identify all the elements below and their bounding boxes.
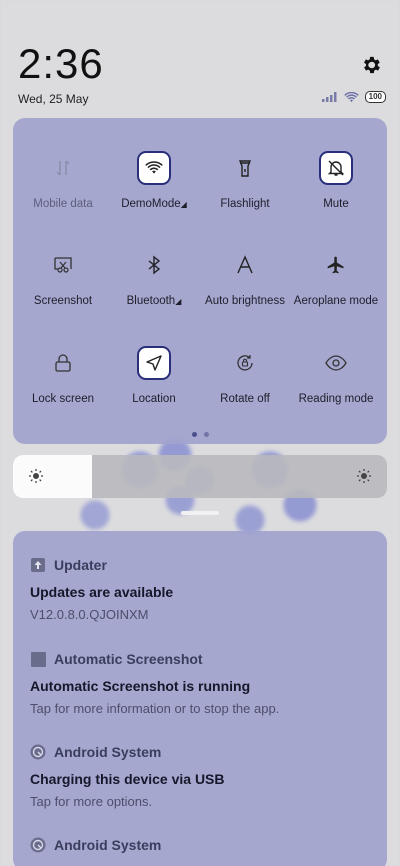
- notification-body: V12.0.8.0.QJOINXM: [30, 607, 149, 622]
- square-icon: [30, 651, 46, 667]
- lock-icon: [46, 346, 80, 380]
- tile-label: Lock screen: [31, 393, 94, 405]
- tile-aeroplane-mode[interactable]: Aeroplane mode: [290, 248, 382, 307]
- status-bar-icons: 100: [321, 91, 386, 103]
- notification-auto-screenshot[interactable]: Automatic Screenshot Automatic Screensho…: [30, 651, 375, 716]
- app-name: Android System: [54, 837, 162, 853]
- tile-label: Flashlight: [220, 198, 270, 210]
- wifi-icon: [137, 151, 171, 185]
- notification-android-system[interactable]: Android System: [30, 837, 375, 853]
- bluetooth-icon: [137, 248, 171, 282]
- tile-rotate-off[interactable]: Rotate off: [199, 346, 291, 405]
- tile-location[interactable]: Location: [108, 346, 200, 405]
- notification-app-row: Automatic Screenshot: [30, 651, 375, 667]
- tile-auto-brightness[interactable]: Auto brightness: [199, 248, 291, 307]
- notification-panel: Updater Updates are available V12.0.8.0.…: [13, 531, 387, 866]
- tile-label: DemoMode◢: [121, 198, 187, 210]
- tile-label: Screenshot: [33, 295, 93, 307]
- brightness-fill: [13, 455, 92, 498]
- tile-label: Bluetooth◢: [126, 295, 182, 307]
- signal-icon: [321, 92, 337, 102]
- notification-body: Tap for more options.: [30, 794, 153, 809]
- tile-bluetooth[interactable]: Bluetooth◢: [108, 248, 200, 307]
- notification-app-row: Android System: [30, 744, 375, 760]
- app-name: Android System: [54, 744, 162, 760]
- notification-android-usb[interactable]: Android System Charging this device via …: [30, 744, 375, 809]
- auto-brightness-icon: [228, 248, 262, 282]
- tile-reading-mode[interactable]: Reading mode: [290, 346, 382, 405]
- android-system-icon: [30, 744, 46, 760]
- screenshot-icon: [46, 248, 80, 282]
- airplane-icon: [319, 248, 353, 282]
- brightness-slider[interactable]: [13, 455, 387, 498]
- mobile-data-icon: [46, 151, 80, 185]
- flashlight-icon: [228, 151, 262, 185]
- app-name: Updater: [54, 557, 107, 573]
- date[interactable]: Wed, 25 May: [18, 92, 88, 106]
- tile-lock-screen[interactable]: Lock screen: [17, 346, 109, 405]
- location-arrow-icon: [137, 346, 171, 380]
- notification-body: Tap for more information or to stop the …: [30, 701, 280, 716]
- tile-label: Auto brightness: [205, 295, 285, 307]
- tile-mute[interactable]: Mute: [290, 151, 382, 210]
- tile-demomode[interactable]: DemoMode◢: [108, 151, 200, 210]
- rotate-lock-icon: [228, 346, 262, 380]
- sun-icon: [357, 469, 371, 483]
- tile-label: Location: [132, 393, 176, 405]
- notification-title: Updates are available: [30, 584, 174, 600]
- tile-flashlight[interactable]: Flashlight: [199, 151, 291, 210]
- eye-icon: [319, 346, 353, 380]
- tile-label: Mute: [323, 198, 349, 210]
- notification-updater[interactable]: Updater Updates are available V12.0.8.0.…: [30, 557, 375, 622]
- dropdown-triangle-icon: ◢: [180, 200, 187, 209]
- notification-title: Automatic Screenshot is running: [30, 678, 251, 694]
- notification-app-row: Updater: [30, 557, 375, 573]
- tile-screenshot[interactable]: Screenshot: [17, 248, 109, 307]
- page-indicator: [13, 432, 387, 437]
- android-system-icon: [30, 837, 46, 853]
- battery-icon: 100: [364, 91, 386, 103]
- sun-icon: [29, 469, 43, 483]
- quick-settings-panel: Mobile data DemoMode◢ Flashlight Mute Sc…: [13, 118, 387, 444]
- gear-icon[interactable]: [360, 54, 382, 76]
- tile-label: Mobile data: [33, 198, 93, 210]
- drag-handle[interactable]: [181, 511, 219, 515]
- wifi-icon: [343, 91, 359, 102]
- notification-title: Charging this device via USB: [30, 771, 225, 787]
- app-name: Automatic Screenshot: [54, 651, 203, 667]
- tile-mobile-data[interactable]: Mobile data: [17, 151, 109, 210]
- tile-label: Aeroplane mode: [293, 295, 379, 307]
- tile-label: Reading mode: [298, 393, 374, 405]
- page-dot-active: [191, 432, 197, 437]
- notification-app-row: Android System: [30, 837, 375, 853]
- updater-icon: [30, 557, 46, 573]
- dropdown-triangle-icon: ◢: [175, 297, 182, 306]
- clock[interactable]: 2:36: [18, 40, 104, 88]
- tile-label: Rotate off: [220, 393, 270, 405]
- page-dot: [203, 432, 209, 437]
- bell-off-icon: [319, 151, 353, 185]
